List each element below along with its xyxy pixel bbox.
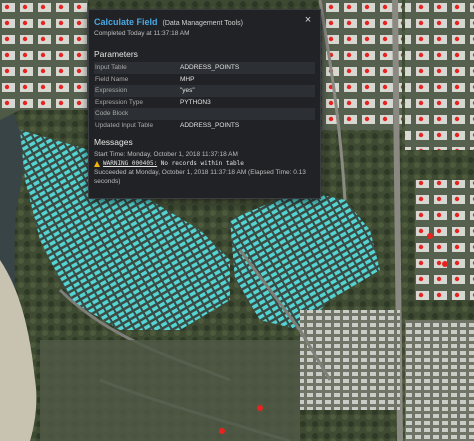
param-key: Expression Type [95, 98, 143, 106]
param-key: Field Name [95, 75, 129, 83]
param-value: "yes" [180, 87, 195, 94]
success-message-line2: seconds) [94, 178, 121, 185]
messages-heading: Messages [94, 137, 133, 147]
popup-title: Calculate Field (Data Management Tools) [94, 17, 243, 27]
param-value: MHP [180, 75, 195, 83]
param-row: Expression "yes" [94, 85, 315, 97]
param-row: Updated Input Table ADDRESS_POINTS [94, 120, 315, 132]
param-key: Code Block [95, 110, 129, 117]
param-row: Expression Type PYTHON3 [94, 97, 315, 109]
start-time-message: Start Time: Monday, October 1, 2018 11:3… [94, 151, 238, 158]
param-value: ADDRESS_POINTS [180, 64, 240, 71]
warning-icon [94, 160, 100, 167]
param-key: Updated Input Table [95, 121, 154, 129]
parameters-table: Input Table ADDRESS_POINTS Field Name MH… [94, 62, 315, 131]
warning-code-link[interactable]: WARNING 000405: [103, 160, 157, 167]
param-row: Input Table ADDRESS_POINTS [94, 62, 315, 74]
success-message-line1: Succeeded at Monday, October 1, 2018 11:… [94, 169, 306, 176]
close-icon[interactable]: × [303, 15, 313, 26]
popup-header: Calculate Field (Data Management Tools) … [94, 10, 315, 40]
warning-text: No records within table [157, 160, 244, 167]
calculate-field-popup: Calculate Field (Data Management Tools) … [88, 9, 321, 199]
toolbox-name: (Data Management Tools) [162, 20, 243, 27]
param-row: Field Name MHP [94, 74, 315, 86]
param-value [179, 108, 315, 120]
param-value: PYTHON3 [180, 98, 211, 106]
param-row: Code Block [94, 108, 315, 120]
warning-message: WARNING 000405: No records within table [94, 159, 315, 168]
param-value: ADDRESS_POINTS [180, 121, 240, 129]
param-key: Input Table [95, 64, 127, 71]
parameters-heading: Parameters [94, 49, 138, 59]
param-key: Expression [95, 87, 128, 94]
completed-time: Completed Today at 11:37:18 AM [94, 30, 190, 37]
tool-name[interactable]: Calculate Field [94, 17, 158, 27]
